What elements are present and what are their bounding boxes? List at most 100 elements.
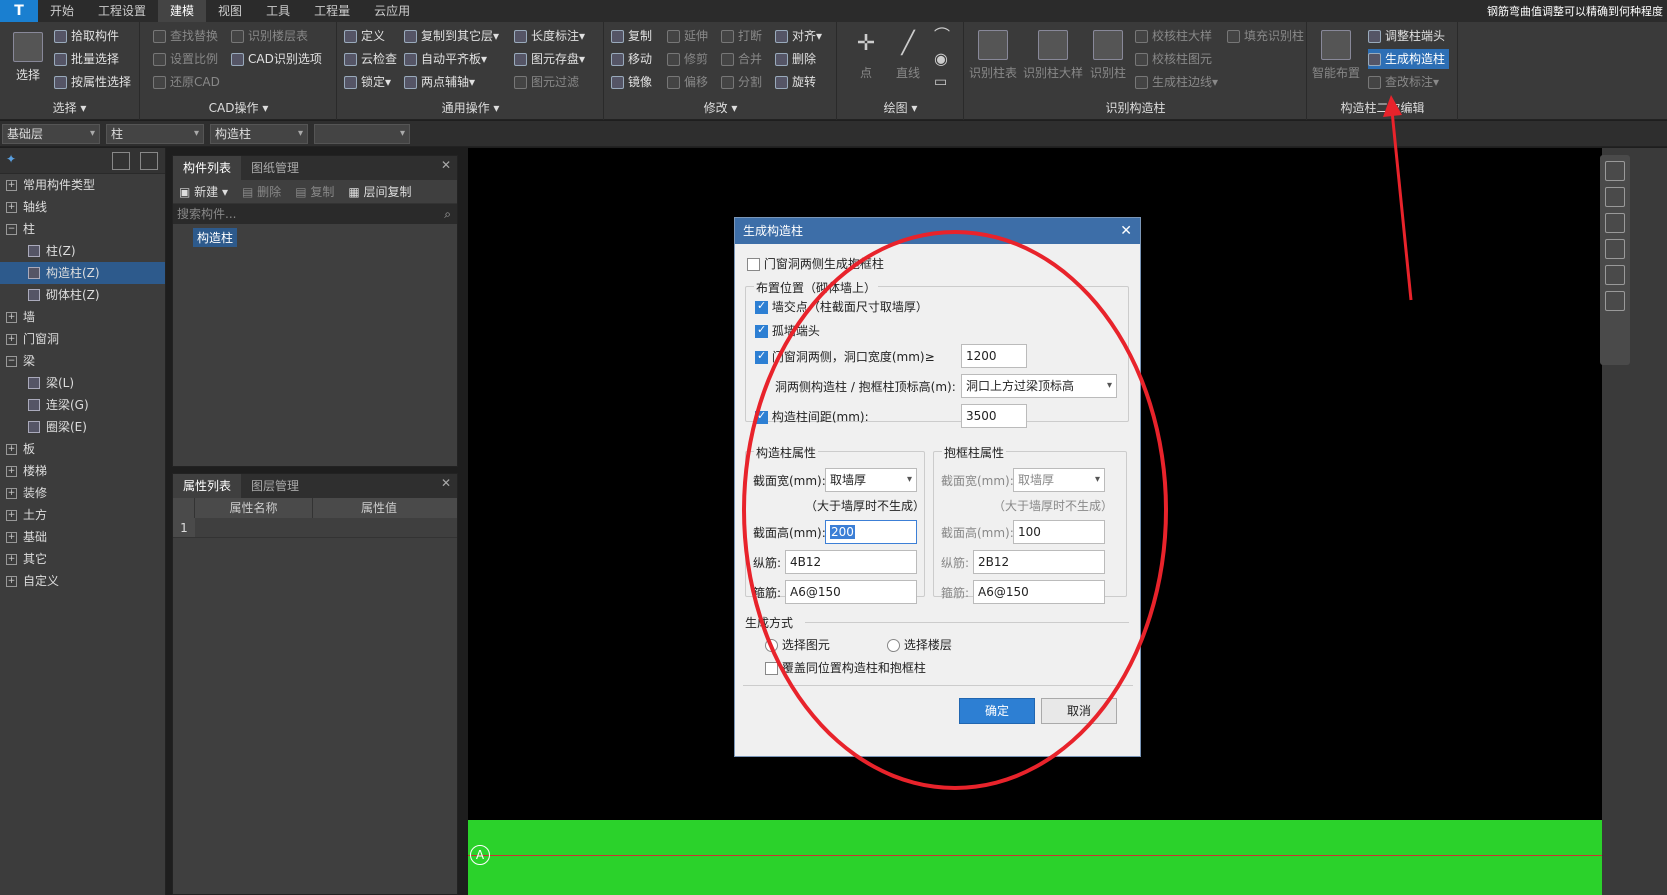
expand-icon[interactable]: + bbox=[6, 487, 17, 499]
tree-item[interactable]: − 梁 bbox=[0, 350, 165, 372]
check-column-detail-button[interactable]: 校核柱大样 bbox=[1135, 26, 1212, 46]
component-item-selected[interactable]: 构造柱 bbox=[193, 228, 238, 247]
select-element-radio[interactable]: 选择图元 bbox=[765, 636, 830, 653]
arc-button[interactable]: ⌒ bbox=[934, 26, 950, 46]
tree-item[interactable]: + 门窗洞 bbox=[0, 328, 165, 350]
view-3d-icon[interactable] bbox=[1605, 187, 1625, 207]
tab-property-list[interactable]: 属性列表 bbox=[173, 474, 242, 498]
extend-button[interactable]: 延伸 bbox=[667, 26, 708, 46]
tree-item[interactable]: 构造柱(Z) bbox=[0, 262, 165, 284]
gzz-stirrup-input[interactable]: A6@150 bbox=[785, 580, 917, 604]
component-search-input[interactable]: 搜索构件... ⌕ bbox=[173, 204, 457, 224]
isolated-wall-checkbox[interactable]: 孤墙端头 bbox=[755, 322, 820, 339]
tree-item[interactable]: + 其它 bbox=[0, 548, 165, 570]
draw-line-button[interactable]: ╱ 直线 bbox=[882, 26, 934, 81]
expand-icon[interactable]: + bbox=[6, 553, 17, 565]
break-button[interactable]: 打断 bbox=[721, 26, 762, 46]
door-side-checkbox[interactable]: 门窗洞两侧，洞口宽度(mm)≥ bbox=[755, 348, 935, 365]
gzz-long-bar-input[interactable]: 4B12 bbox=[785, 550, 917, 574]
split-button[interactable]: 分割 bbox=[721, 72, 762, 92]
menu-tools[interactable]: 工具 bbox=[254, 0, 302, 22]
tree-item[interactable]: + 装修 bbox=[0, 482, 165, 504]
expand-icon[interactable]: + bbox=[6, 443, 17, 455]
recognize-column-table-button[interactable]: 识别柱表 bbox=[967, 26, 1019, 81]
menu-start[interactable]: 开始 bbox=[38, 0, 86, 22]
cancel-button[interactable]: 取消 bbox=[1041, 698, 1117, 724]
pick-component-button[interactable]: 拾取构件 bbox=[54, 26, 119, 46]
layers-icon[interactable] bbox=[1605, 291, 1625, 311]
tree-item[interactable]: 连梁(G) bbox=[0, 394, 165, 416]
copy-component-button[interactable]: ▤ 复制 bbox=[295, 183, 334, 200]
menu-cloud[interactable]: 云应用 bbox=[362, 0, 422, 22]
bkz-long-bar-input[interactable]: 2B12 bbox=[973, 550, 1105, 574]
menu-quantity[interactable]: 工程量 bbox=[302, 0, 362, 22]
delete-button[interactable]: 删除 bbox=[775, 49, 816, 69]
circle-button[interactable]: ◉ bbox=[934, 49, 948, 69]
element-filter-button[interactable]: 图元过滤 bbox=[514, 72, 579, 92]
expand-icon[interactable]: + bbox=[6, 311, 17, 323]
rotate-button[interactable]: 旋转 bbox=[775, 72, 816, 92]
tree-item[interactable]: + 自定义 bbox=[0, 570, 165, 592]
check-column-element-button[interactable]: 校核柱图元 bbox=[1135, 49, 1212, 69]
adjust-column-end-button[interactable]: 调整柱端头 bbox=[1368, 26, 1445, 46]
cloud-check-button[interactable]: 云检查 bbox=[344, 49, 397, 69]
menu-project-settings[interactable]: 工程设置 bbox=[86, 0, 158, 22]
rotate-view-icon[interactable] bbox=[1605, 265, 1625, 285]
tree-item[interactable]: − 柱 bbox=[0, 218, 165, 240]
app-logo[interactable]: T bbox=[0, 0, 38, 22]
bkz-stirrup-input[interactable]: A6@150 bbox=[973, 580, 1105, 604]
rect-button[interactable]: ▭ bbox=[934, 72, 947, 92]
orbit-icon[interactable] bbox=[1605, 161, 1625, 181]
tree-item[interactable]: + 楼梯 bbox=[0, 460, 165, 482]
expand-icon[interactable]: + bbox=[6, 465, 17, 477]
generate-column-edge-button[interactable]: 生成柱边线 ▾ bbox=[1135, 72, 1218, 92]
table-row[interactable]: 1 bbox=[173, 518, 457, 538]
tab-layer-management[interactable]: 图层管理 bbox=[241, 474, 309, 498]
pin-icon[interactable]: ✦ bbox=[6, 152, 16, 166]
tree-item[interactable]: 圈梁(E) bbox=[0, 416, 165, 438]
select-big-button[interactable]: 选择 bbox=[2, 28, 54, 83]
batch-select-button[interactable]: 批量选择 bbox=[54, 49, 119, 69]
tree-item[interactable]: + 基础 bbox=[0, 526, 165, 548]
view-top-icon[interactable] bbox=[1605, 213, 1625, 233]
expand-icon[interactable]: + bbox=[6, 509, 17, 521]
tree-item[interactable]: + 轴线 bbox=[0, 196, 165, 218]
menu-view[interactable]: 视图 bbox=[206, 0, 254, 22]
copy-button[interactable]: 复制 bbox=[611, 26, 652, 46]
copy-to-other-floor-button[interactable]: 复制到其它层 ▾ bbox=[404, 26, 499, 46]
type-select[interactable]: 柱 bbox=[106, 124, 204, 144]
find-replace-button[interactable]: 查找替换 bbox=[153, 26, 218, 46]
extra-select[interactable] bbox=[314, 124, 410, 144]
collapse-icon[interactable]: − bbox=[6, 223, 17, 235]
lock-button[interactable]: 锁定 ▾ bbox=[344, 72, 391, 92]
menu-modeling[interactable]: 建模 bbox=[158, 0, 207, 22]
tab-drawing-management[interactable]: 图纸管理 bbox=[241, 156, 309, 180]
select-floor-radio[interactable]: 选择楼层 bbox=[887, 636, 952, 653]
tree-item[interactable]: + 板 bbox=[0, 438, 165, 460]
expand-icon[interactable]: + bbox=[6, 179, 17, 191]
cad-options-button[interactable]: CAD识别选项 bbox=[231, 49, 322, 69]
check-annotation-button[interactable]: 查改标注 ▾ bbox=[1368, 72, 1439, 92]
gzz-width-select[interactable]: 取墙厚 bbox=[825, 468, 917, 492]
door-both-sides-checkbox[interactable]: 门窗洞两侧生成抱框柱 bbox=[747, 255, 884, 272]
door-width-input[interactable]: 1200 bbox=[961, 344, 1027, 368]
wall-cross-checkbox[interactable]: 墙交点（柱截面尺寸取墙厚） bbox=[755, 298, 928, 315]
tree-item[interactable]: 柱(Z) bbox=[0, 240, 165, 262]
two-point-axis-button[interactable]: 两点辅轴 ▾ bbox=[404, 72, 475, 92]
select-by-property-button[interactable]: 按属性选择 bbox=[54, 72, 131, 92]
mirror-button[interactable]: 镜像 bbox=[611, 72, 652, 92]
tree-item[interactable]: 砌体柱(Z) bbox=[0, 284, 165, 306]
align-button[interactable]: 对齐 ▾ bbox=[775, 26, 822, 46]
new-button[interactable]: ▣ 新建 ▾ bbox=[179, 183, 228, 200]
ok-button[interactable]: 确定 bbox=[959, 698, 1035, 724]
close-icon[interactable]: ✕ bbox=[1120, 218, 1132, 244]
floor-copy-button[interactable]: ▦ 层间复制 bbox=[348, 183, 411, 200]
spacing-input[interactable]: 3500 bbox=[961, 404, 1027, 428]
overwrite-checkbox[interactable]: 覆盖同位置构造柱和抱框柱 bbox=[765, 659, 926, 676]
length-dimension-button[interactable]: 长度标注 ▾ bbox=[514, 26, 585, 46]
grid-view-icon[interactable] bbox=[140, 152, 158, 170]
delete-component-button[interactable]: ▤ 删除 bbox=[242, 183, 281, 200]
define-button[interactable]: 定义 bbox=[344, 26, 385, 46]
auto-align-slab-button[interactable]: 自动平齐板 ▾ bbox=[404, 49, 487, 69]
tree-item[interactable]: + 墙 bbox=[0, 306, 165, 328]
